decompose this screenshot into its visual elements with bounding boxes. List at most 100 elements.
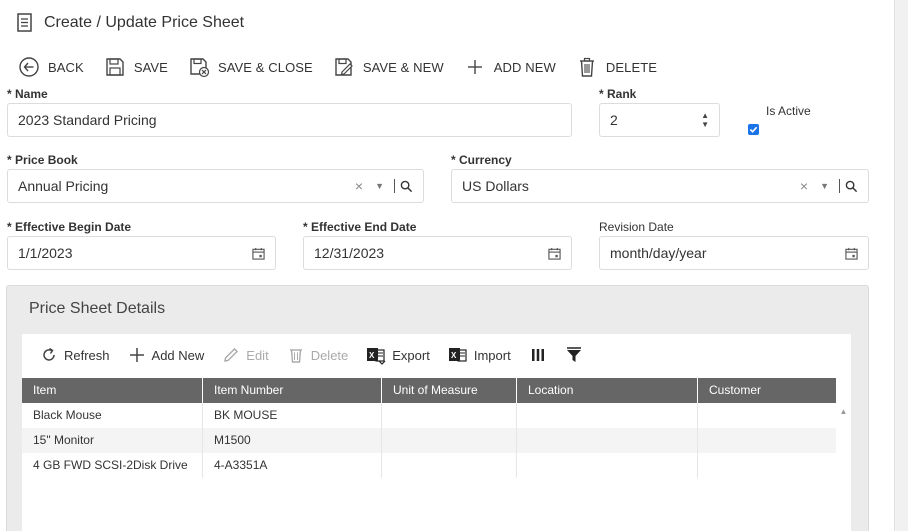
back-label: BACK [48,59,84,75]
excel-import-icon: X [448,348,467,362]
separator [839,179,840,193]
trash-icon [289,349,302,363]
page-title: Create / Update Price Sheet [44,14,245,31]
back-arrow-icon [19,57,39,77]
grid-edit-label: Edit [246,347,269,363]
page-scrollbar[interactable] [894,0,908,531]
revision-date-label: Revision Date [599,220,674,234]
save-new-button[interactable]: SAVE & NEW [333,56,444,78]
cell-location [517,403,698,428]
column-header-customer[interactable]: Customer [698,378,836,403]
calendar-icon[interactable] [548,247,561,260]
cell-item-number: BK MOUSE [203,403,382,428]
cell-unit-of-measure [382,403,517,428]
grid-add-new-label: Add New [151,347,205,363]
cell-customer [698,428,836,453]
currency-combo[interactable]: US Dollars × ▼ [451,169,869,203]
grid-delete-button[interactable]: Delete [287,346,349,364]
grid-delete-label: Delete [310,347,349,363]
end-date-label: * Effective End Date [303,220,417,234]
save-new-icon [335,58,353,76]
begin-date-picker[interactable]: 1/1/2023 [7,236,276,270]
add-new-button[interactable]: ADD NEW [464,56,556,78]
save-icon [106,58,124,76]
page-header: Create / Update Price Sheet [16,12,244,34]
svg-text:X: X [451,351,457,360]
back-button[interactable]: BACK [18,56,84,78]
cell-unit-of-measure [382,428,517,453]
import-label: Import [473,347,511,363]
price-book-combo[interactable]: Annual Pricing × ▼ [7,169,424,203]
grid-add-new-button[interactable]: Add New [128,346,205,364]
excel-export-icon: X [367,348,386,365]
cell-item: 15" Monitor [22,428,203,453]
grid-toolbar: Refresh Add New Edit Delete X Export X I… [40,344,601,366]
table-row[interactable]: 15" Monitor M1500 [22,428,836,453]
filter-icon [566,347,581,362]
columns-button[interactable] [529,346,547,364]
end-date-picker[interactable]: 12/31/2023 [303,236,572,270]
grid-scrollbar[interactable]: ▲ [836,403,851,531]
trash-icon [579,57,594,77]
filter-button[interactable] [565,346,583,364]
plus-icon [129,348,144,362]
save-button[interactable]: SAVE [104,56,168,78]
name-field[interactable]: 2023 Standard Pricing [7,103,572,137]
plus-icon [467,60,482,74]
separator [394,179,395,193]
is-active-checkbox[interactable] [748,124,759,135]
import-button[interactable]: X Import [448,345,511,365]
table-row[interactable]: 4 GB FWD SCSI-2Disk Drive 4-A3351A [22,453,836,478]
export-button[interactable]: X Export [366,345,430,365]
scroll-up-icon[interactable]: ▲ [836,407,851,416]
table-row[interactable]: Black Mouse BK MOUSE [22,403,836,428]
price-sheet-details-panel: Price Sheet Details Refresh Add New Edit… [6,285,869,531]
form-toolbar: BACK SAVE SAVE & CLOSE SAVE & NEW ADD NE… [18,55,677,79]
delete-button[interactable]: DELETE [576,56,657,78]
refresh-icon [43,347,55,361]
rank-label: * Rank [599,87,637,101]
checkmark-icon [749,126,758,133]
end-date-value: 12/31/2023 [314,245,385,261]
column-header-item-number[interactable]: Item Number [203,378,382,403]
grid-edit-button[interactable]: Edit [222,346,269,364]
calendar-icon[interactable] [845,247,858,260]
column-header-unit-of-measure[interactable]: Unit of Measure [382,378,517,403]
column-header-location[interactable]: Location [517,378,698,403]
name-value: 2023 Standard Pricing [18,112,157,128]
save-close-icon [190,58,210,78]
columns-icon [531,349,544,361]
grid-header: Item Item Number Unit of Measure Locatio… [22,378,836,403]
details-title: Price Sheet Details [29,300,166,317]
cell-item-number: 4-A3351A [203,453,382,478]
rank-spin-control[interactable]: ▲ ▼ [701,111,709,129]
clear-icon[interactable]: × [355,178,363,194]
cell-customer [698,403,836,428]
cell-location [517,428,698,453]
clear-icon[interactable]: × [800,178,808,194]
chevron-down-icon[interactable]: ▼ [375,181,384,191]
price-book-value: Annual Pricing [18,178,109,194]
calendar-icon[interactable] [252,247,265,260]
spin-down-icon[interactable]: ▼ [701,120,709,129]
column-header-item[interactable]: Item [22,378,203,403]
save-new-label: SAVE & NEW [362,59,444,75]
begin-date-label: * Effective Begin Date [7,220,132,234]
save-close-button[interactable]: SAVE & CLOSE [188,56,313,78]
chevron-down-icon[interactable]: ▼ [820,181,829,191]
currency-value: US Dollars [462,178,529,194]
document-icon [17,13,32,32]
rank-stepper[interactable]: 2 ▲ ▼ [599,103,720,137]
cell-customer [698,453,836,478]
cell-item: Black Mouse [22,403,203,428]
rank-value: 2 [610,112,618,128]
begin-date-value: 1/1/2023 [18,245,73,261]
revision-date-picker[interactable]: month/day/year [599,236,869,270]
search-icon[interactable] [400,180,413,193]
pencil-icon [224,348,239,362]
delete-label: DELETE [605,59,658,75]
spin-up-icon[interactable]: ▲ [701,111,709,120]
refresh-button[interactable]: Refresh [40,346,110,364]
cell-unit-of-measure [382,453,517,478]
search-icon[interactable] [845,180,858,193]
